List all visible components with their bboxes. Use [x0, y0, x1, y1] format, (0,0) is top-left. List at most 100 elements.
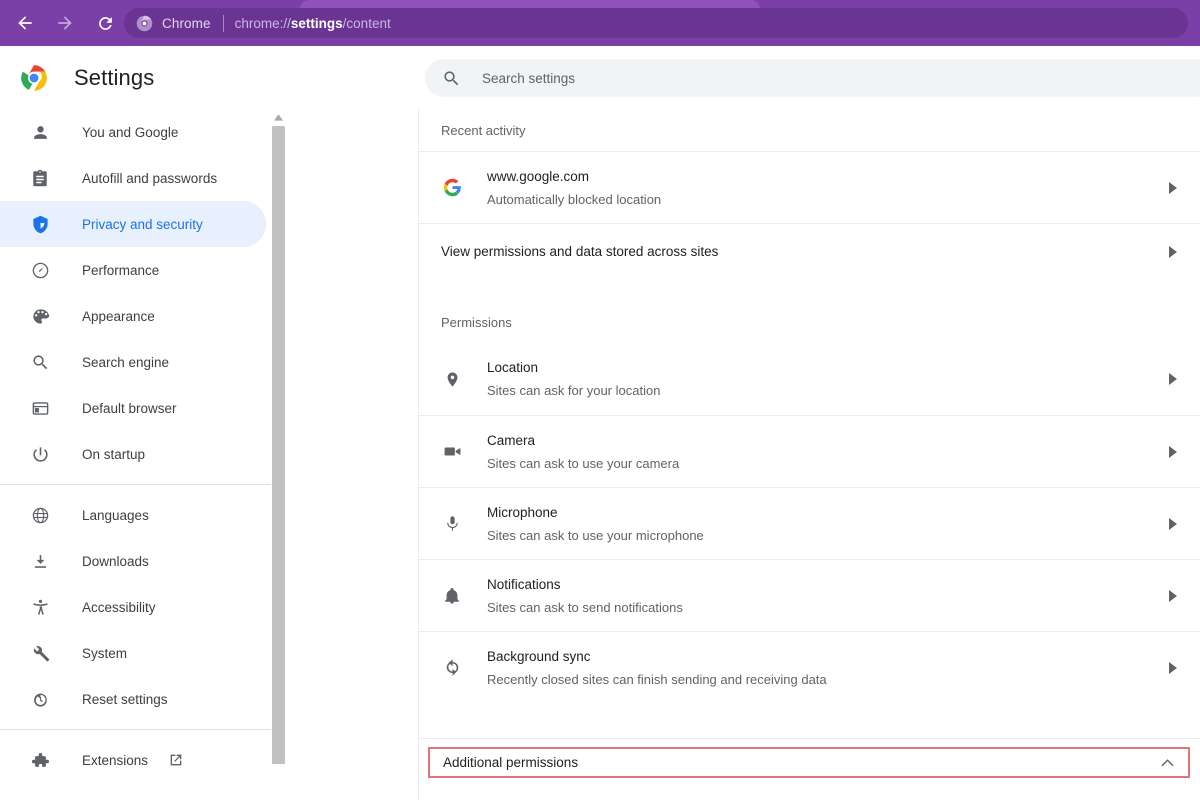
- sidebar-item-label: Performance: [82, 262, 160, 278]
- sidebar-item-privacy-and-security[interactable]: Privacy and security: [0, 201, 266, 247]
- power-icon: [30, 444, 50, 464]
- bell-icon: [441, 585, 463, 607]
- permission-row-background-sync[interactable]: Background sync Recently closed sites ca…: [419, 631, 1200, 703]
- reload-button[interactable]: [88, 7, 122, 39]
- permission-subtitle: Sites can ask to use your camera: [487, 455, 680, 471]
- sync-icon: [441, 657, 463, 679]
- permission-subtitle: Recently closed sites can finish sending…: [487, 671, 827, 687]
- chevron-right-icon: [1168, 181, 1178, 195]
- sidebar-item-appearance[interactable]: Appearance: [0, 293, 266, 339]
- sidebar-scrollbar[interactable]: [271, 109, 286, 800]
- permission-row-microphone[interactable]: Microphone Sites can ask to use your mic…: [419, 487, 1200, 559]
- chevron-right-icon: [1168, 661, 1178, 675]
- forward-button[interactable]: [48, 7, 82, 39]
- external-link-icon: [168, 752, 184, 768]
- scrollbar-thumb[interactable]: [272, 126, 285, 764]
- sidebar-item-system[interactable]: System: [0, 630, 266, 676]
- chevron-right-icon: [1168, 245, 1178, 259]
- sidebar-item-label: On startup: [82, 446, 146, 462]
- download-icon: [30, 551, 50, 571]
- sidebar-item-you-and-google[interactable]: You and Google: [0, 109, 266, 155]
- sidebar-item-on-startup[interactable]: On startup: [0, 431, 266, 477]
- sidebar-item-autofill-and-passwords[interactable]: Autofill and passwords: [0, 155, 266, 201]
- permissions-heading: Permissions: [441, 314, 512, 330]
- sidebar-item-default-browser[interactable]: Default browser: [0, 385, 266, 431]
- sidebar-edge: [286, 109, 287, 800]
- additional-permissions-separator: [419, 738, 1200, 739]
- omnibox-url: chrome://settings/content: [235, 16, 391, 31]
- person-icon: [30, 122, 50, 142]
- search-input-placeholder: Search settings: [482, 70, 576, 86]
- sidebar-item-label: Autofill and passwords: [82, 170, 218, 186]
- chevron-right-icon: [1168, 589, 1178, 603]
- sidebar-item-search-engine[interactable]: Search engine: [0, 339, 266, 385]
- sidebar-item-extensions[interactable]: Extensions: [0, 737, 266, 783]
- additional-permissions-label: Additional permissions: [443, 755, 579, 770]
- sidebar-item-label: Languages: [82, 507, 149, 523]
- url-scheme: chrome://: [234, 15, 291, 31]
- page-title: Settings: [74, 64, 155, 90]
- forward-arrow-icon: [58, 16, 72, 30]
- sidebar-item-label: Reset settings: [82, 691, 168, 707]
- chevron-right-icon: [1168, 445, 1178, 459]
- permission-title: Camera: [487, 432, 536, 448]
- wrench-icon: [30, 643, 50, 663]
- palette-icon: [30, 306, 50, 326]
- view-permissions-label: View permissions and data stored across …: [441, 244, 719, 259]
- chrome-small-icon: [136, 15, 153, 31]
- magnifier-icon: [30, 352, 50, 372]
- permission-subtitle: Sites can ask to send notifications: [487, 599, 683, 615]
- scrollbar-up-arrow-icon[interactable]: [271, 109, 286, 125]
- additional-permissions-row[interactable]: Additional permissions: [428, 747, 1190, 778]
- sidebar-item-label: Accessibility: [82, 599, 156, 615]
- site-name: www.google.com: [487, 168, 590, 184]
- shield-icon: [30, 214, 50, 234]
- sidebar-item-label: Appearance: [82, 308, 155, 324]
- chevron-right-icon: [1168, 517, 1178, 531]
- site-detail: Automatically blocked location: [487, 191, 662, 207]
- sidebar-item-languages[interactable]: Languages: [0, 492, 266, 538]
- recent-activity-site-text: www.google.com Automatically blocked loc…: [487, 166, 1160, 210]
- back-button[interactable]: [8, 7, 42, 39]
- sidebar-item-label: System: [82, 645, 128, 661]
- chevron-right-icon: [1168, 372, 1178, 386]
- omnibox-source-label: Chrome: [162, 15, 211, 31]
- sidebar-item-label: Default browser: [82, 400, 177, 416]
- chrome-logo-icon: [21, 64, 47, 91]
- browser-toolbar: Chrome chrome://settings/content: [0, 0, 1200, 46]
- chevron-up-icon[interactable]: [1160, 756, 1174, 770]
- recent-activity-site-row[interactable]: www.google.com Automatically blocked loc…: [419, 151, 1200, 223]
- permission-title: Background sync: [487, 648, 591, 664]
- puzzle-icon: [30, 750, 50, 770]
- microphone-icon: [441, 513, 463, 535]
- sidebar-item-reset-settings[interactable]: Reset settings: [0, 676, 266, 722]
- recent-activity-heading: Recent activity: [441, 122, 526, 138]
- view-permissions-row[interactable]: View permissions and data stored across …: [419, 223, 1200, 279]
- history-icon: [30, 689, 50, 709]
- sidebar-divider: [0, 484, 271, 485]
- address-bar[interactable]: Chrome chrome://settings/content: [124, 8, 1188, 38]
- permission-row-camera[interactable]: Camera Sites can ask to use your camera: [419, 415, 1200, 487]
- permission-row-notifications[interactable]: Notifications Sites can ask to send noti…: [419, 559, 1200, 631]
- permission-title: Notifications: [487, 576, 561, 592]
- search-settings-box[interactable]: Search settings: [425, 59, 1200, 97]
- sidebar-item-label: Extensions: [82, 752, 149, 768]
- sidebar-item-downloads[interactable]: Downloads: [0, 538, 266, 584]
- navigation-buttons: [8, 7, 122, 39]
- sidebar-item-label: Search engine: [82, 354, 170, 370]
- permission-text: Microphone Sites can ask to use your mic…: [487, 502, 1160, 546]
- permission-subtitle: Sites can ask for your location: [487, 383, 661, 398]
- permission-text: Camera Sites can ask to use your camera: [487, 430, 1160, 474]
- reload-icon: [98, 16, 112, 30]
- sidebar-item-label: Downloads: [82, 553, 149, 569]
- permission-text: Notifications Sites can ask to send noti…: [487, 574, 1160, 618]
- permission-text: Background sync Recently closed sites ca…: [487, 646, 1160, 690]
- omnibox-separator: [222, 14, 224, 32]
- settings-content: Recent activity www.google.com Automatic…: [419, 109, 1200, 800]
- globe-icon: [30, 505, 50, 525]
- permission-row-location[interactable]: Location Sites can ask for your location: [419, 343, 1200, 415]
- sidebar-item-performance[interactable]: Performance: [0, 247, 266, 293]
- accessibility-icon: [30, 597, 50, 617]
- sidebar-item-accessibility[interactable]: Accessibility: [0, 584, 266, 630]
